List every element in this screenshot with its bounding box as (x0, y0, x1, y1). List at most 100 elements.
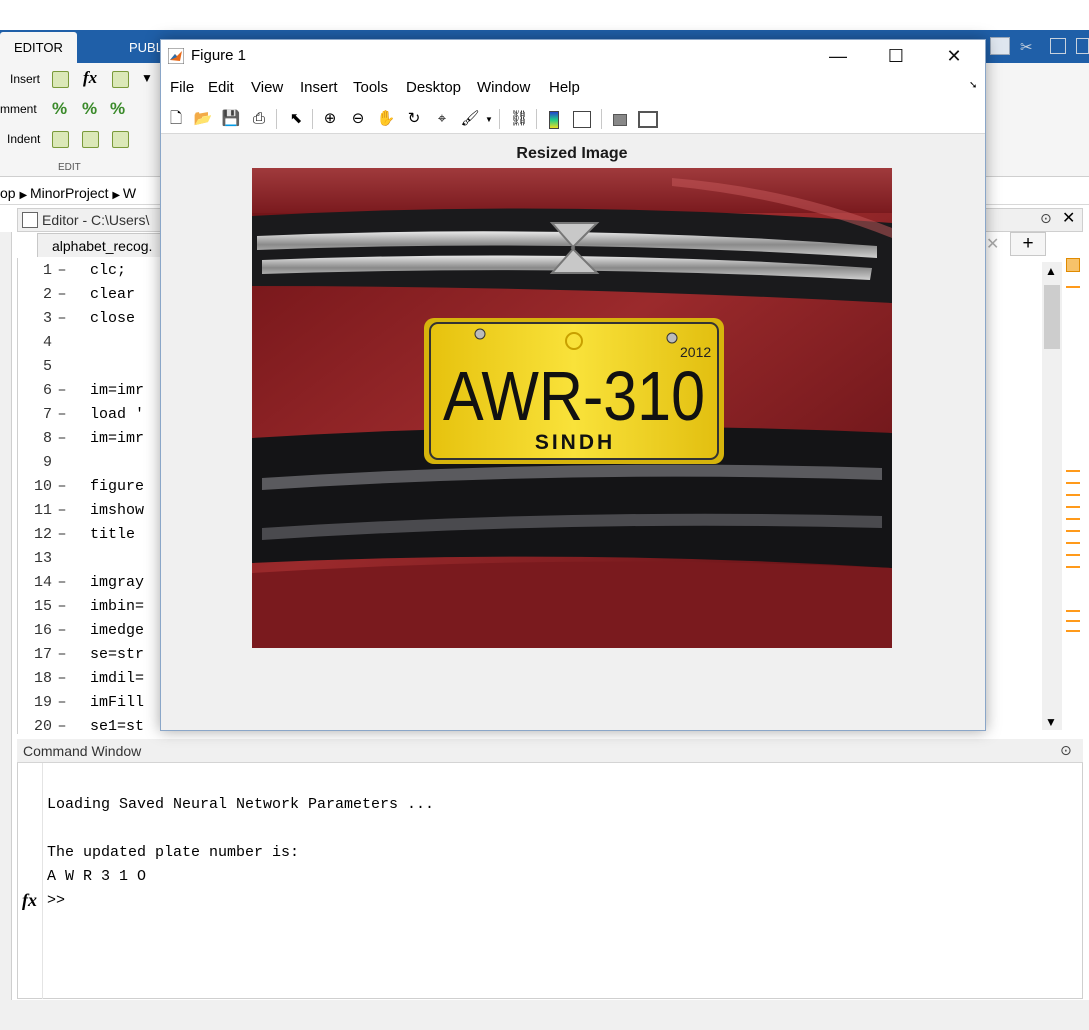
menu-tools[interactable]: Tools (353, 79, 388, 96)
fx-icon[interactable]: fx (83, 68, 97, 88)
breakpoint-marker[interactable]: – (52, 643, 72, 667)
breakpoint-marker[interactable]: – (52, 715, 72, 739)
uncomment-icon[interactable]: % (82, 99, 97, 119)
warning-marker[interactable] (1066, 530, 1080, 532)
breakpoint-marker[interactable]: – (52, 571, 72, 595)
close-icon[interactable]: ✕ (1062, 208, 1075, 228)
breadcrumb-item[interactable]: op (0, 185, 16, 201)
save-icon[interactable] (990, 37, 1010, 55)
breakpoint-marker[interactable]: – (52, 475, 72, 499)
warning-marker[interactable] (1066, 630, 1080, 632)
decrease-indent-icon[interactable] (112, 131, 129, 148)
scrollbar-thumb[interactable] (1044, 285, 1060, 349)
warning-marker[interactable] (1066, 286, 1080, 288)
breakpoint-marker[interactable]: – (52, 259, 72, 283)
command-window[interactable] (17, 739, 1083, 999)
code-line[interactable]: 6– im=imr (22, 379, 144, 403)
breakpoint-marker[interactable]: – (52, 667, 72, 691)
code-line[interactable]: 10– figure (22, 475, 144, 499)
breakpoint-marker[interactable]: – (52, 499, 72, 523)
scroll-down-arrow-icon[interactable]: ▼ (1045, 715, 1057, 729)
close-icon[interactable]: ✕ (931, 40, 977, 72)
menu-insert[interactable]: Insert (300, 79, 338, 96)
scroll-up-arrow-icon[interactable]: ▲ (1045, 264, 1057, 278)
comment-label[interactable]: mment (0, 102, 37, 116)
menu-view[interactable]: View (251, 79, 283, 96)
figure-window[interactable]: Figure 1 — ☐ ✕ File Edit View Insert Too… (160, 39, 986, 731)
menu-help[interactable]: Help (549, 79, 580, 96)
code-line[interactable]: 3– close (22, 307, 135, 331)
smart-indent-icon[interactable] (52, 131, 69, 148)
increase-indent-icon[interactable] (82, 131, 99, 148)
code-line[interactable]: 20– se1=st (22, 715, 144, 739)
print-icon[interactable]: ⎙ (248, 108, 270, 130)
rotate-3d-icon[interactable]: ↻ (403, 108, 425, 130)
tab-editor[interactable]: EDITOR (0, 32, 77, 63)
indent-label[interactable]: Indent (7, 132, 40, 146)
warning-marker[interactable] (1066, 542, 1080, 544)
zoom-out-icon[interactable]: ⊖ (347, 108, 369, 130)
hide-plot-tools-icon[interactable] (613, 114, 627, 126)
cut-icon[interactable]: ✂ (1020, 38, 1033, 56)
panel-menu-icon[interactable]: ⊙ (1040, 210, 1052, 227)
warning-marker[interactable] (1066, 620, 1080, 622)
legend-icon[interactable] (573, 111, 591, 128)
code-line[interactable]: 7– load ' (22, 403, 144, 427)
command-prompt[interactable]: >> (47, 892, 65, 909)
save-icon[interactable]: 💾 (220, 108, 242, 130)
menu-file[interactable]: File (170, 79, 194, 96)
percent-icon[interactable]: % (52, 99, 67, 119)
code-line[interactable]: 4 (22, 331, 72, 355)
warning-marker[interactable] (1066, 494, 1080, 496)
tab-file-alphabet-recog[interactable]: alphabet_recog. (37, 233, 168, 257)
code-line[interactable]: 14– imgray (22, 571, 144, 595)
breakpoint-marker[interactable]: – (52, 691, 72, 715)
breakpoint-marker[interactable]: – (52, 595, 72, 619)
breakpoint-marker[interactable]: – (52, 307, 72, 331)
insert-section-icon[interactable] (52, 71, 69, 88)
warning-marker[interactable] (1066, 566, 1080, 568)
warning-marker[interactable] (1066, 506, 1080, 508)
breakpoint-marker[interactable]: – (52, 619, 72, 643)
code-line[interactable]: 17– se=str (22, 643, 144, 667)
pan-hand-icon[interactable]: ✋ (375, 108, 397, 130)
code-line[interactable]: 5 (22, 355, 72, 379)
maximize-icon[interactable]: ☐ (873, 40, 919, 72)
chevron-down-icon[interactable]: ▼ (485, 115, 493, 124)
code-line[interactable]: 9 (22, 451, 72, 475)
breakpoint-marker[interactable]: – (52, 427, 72, 451)
code-line[interactable]: 8– im=imr (22, 427, 144, 451)
panel-menu-icon[interactable]: ⊙ (1060, 742, 1072, 759)
warning-marker[interactable] (1066, 482, 1080, 484)
zoom-in-icon[interactable]: ⊕ (319, 108, 341, 130)
code-line[interactable]: 16– imedge (22, 619, 144, 643)
wrap-comment-icon[interactable]: % (110, 99, 125, 119)
breadcrumb-item[interactable]: MinorProject (30, 185, 109, 201)
breadcrumb-item[interactable]: W (123, 185, 136, 201)
figure-titlebar[interactable]: Figure 1 — ☐ ✕ (161, 40, 985, 72)
menu-window[interactable]: Window (477, 79, 530, 96)
code-line[interactable]: 1– clc; (22, 259, 126, 283)
warning-marker[interactable] (1066, 610, 1080, 612)
minimize-icon[interactable]: — (815, 40, 861, 72)
data-cursor-icon[interactable]: ⌖ (431, 108, 453, 130)
brush-icon[interactable]: 🖌 (459, 108, 481, 130)
close-tab-icon[interactable]: ✕ (986, 234, 999, 254)
code-line[interactable]: 19– imFill (22, 691, 144, 715)
code-analyzer-status-icon[interactable] (1066, 258, 1080, 272)
pointer-icon[interactable]: ⬉ (285, 108, 307, 130)
open-file-icon[interactable]: 📂 (192, 108, 214, 130)
fx-icon[interactable]: fx (22, 890, 37, 911)
function-icon[interactable] (112, 71, 129, 88)
code-line[interactable]: 2– clear (22, 283, 135, 307)
code-line[interactable]: 13 (22, 547, 72, 571)
dock-arrow-icon[interactable]: ➘ (969, 80, 977, 91)
breakpoint-marker[interactable]: – (52, 403, 72, 427)
warning-marker[interactable] (1066, 470, 1080, 472)
new-figure-icon[interactable]: 🗋 (165, 108, 187, 130)
breakpoint-marker[interactable]: – (52, 283, 72, 307)
warning-marker[interactable] (1066, 518, 1080, 520)
copy-icon[interactable] (1050, 38, 1066, 54)
chevron-down-icon[interactable]: ▼ (141, 71, 153, 85)
insert-label[interactable]: Insert (10, 72, 40, 86)
